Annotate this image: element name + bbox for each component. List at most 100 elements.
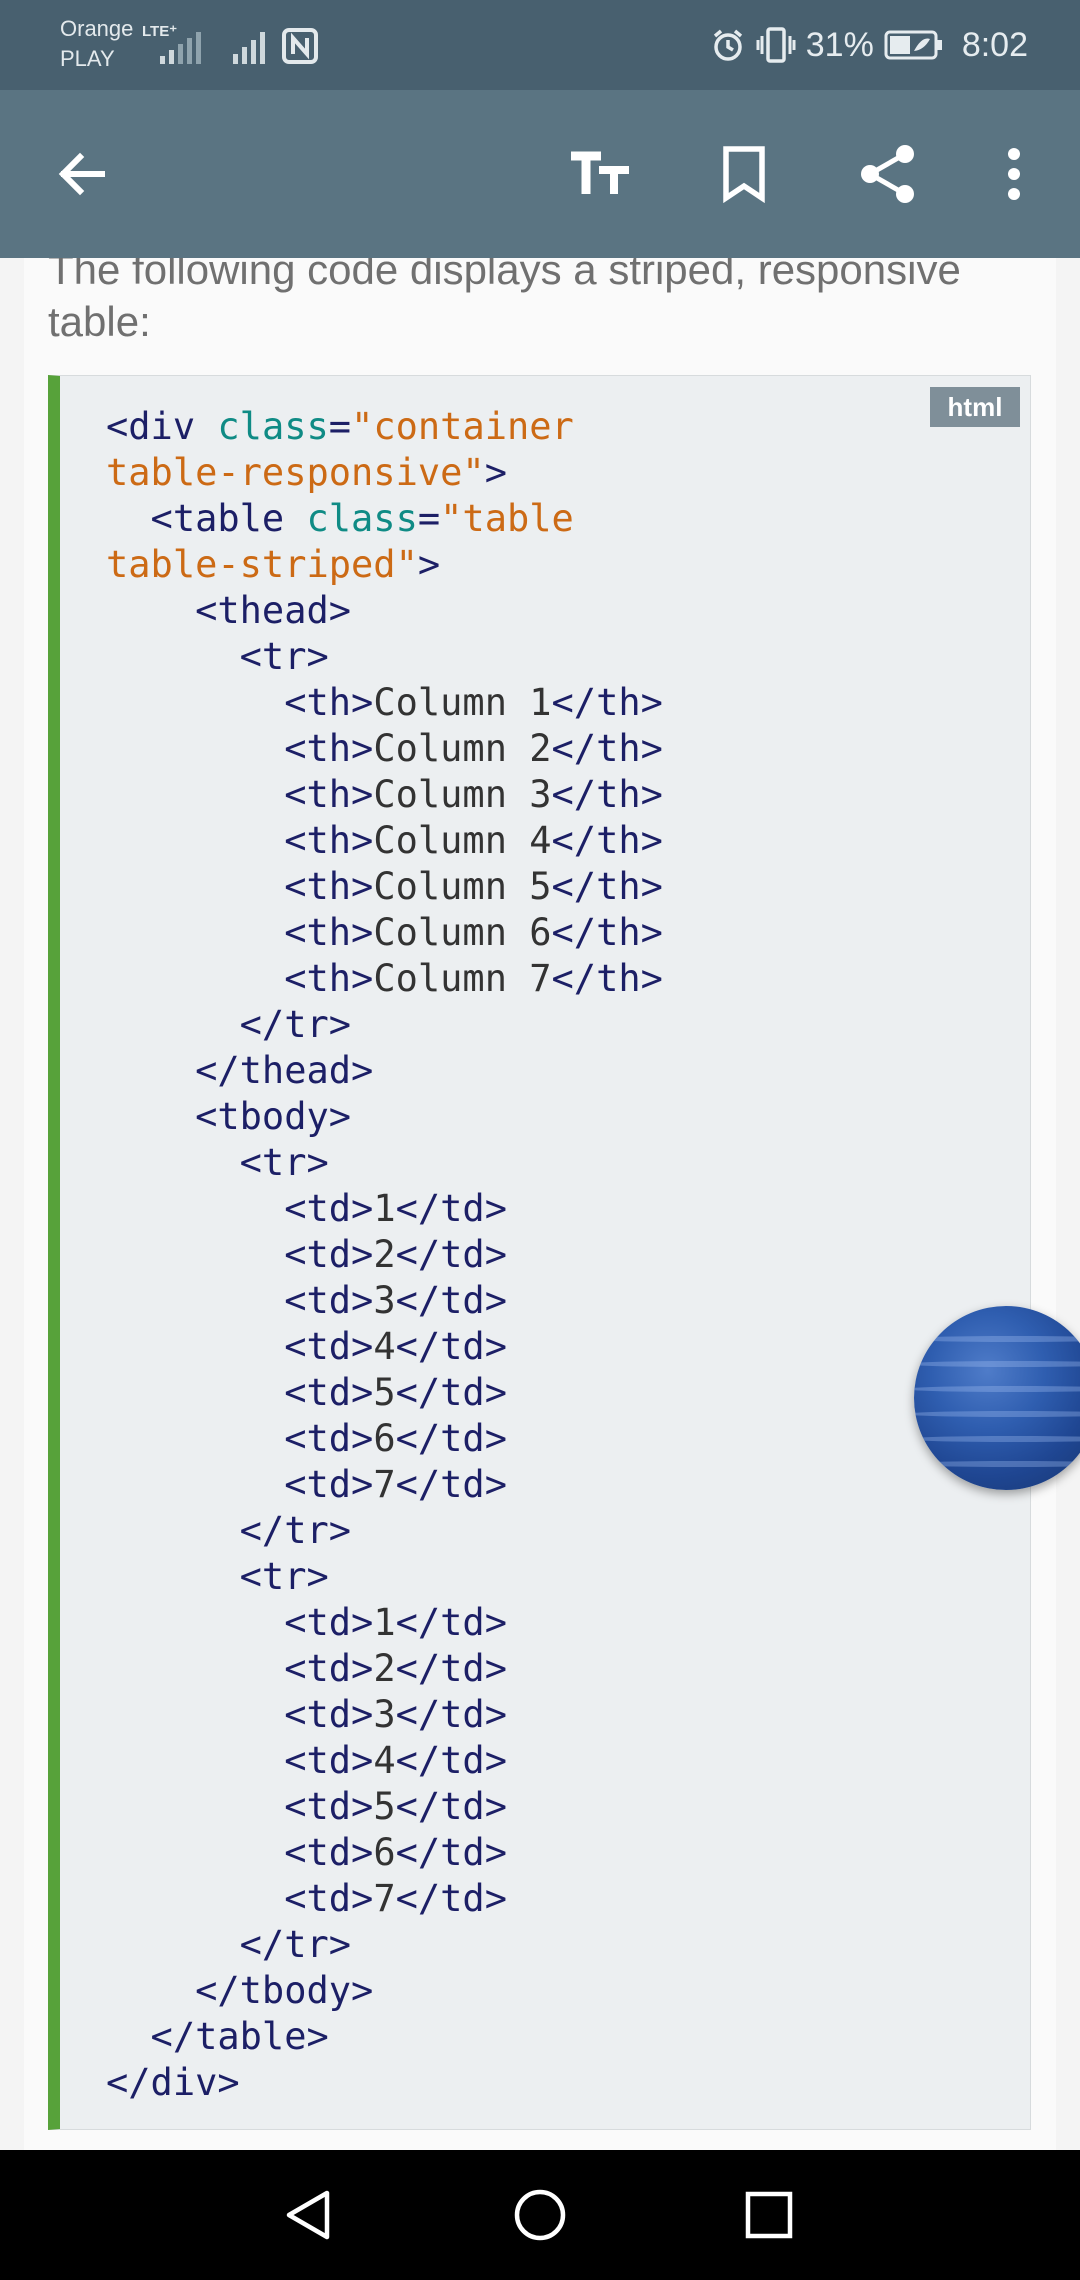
- code-line: </div>: [106, 2060, 663, 2106]
- code-token: </td>: [395, 1785, 507, 1828]
- code-token: Column 6: [373, 911, 552, 954]
- code-line: <th>Column 3</th>: [106, 772, 663, 818]
- code-token: </td>: [395, 1877, 507, 1920]
- code-token: </th>: [551, 681, 663, 724]
- code-line: <td>2</td>: [106, 1232, 663, 1278]
- code-token: </div>: [106, 2061, 240, 2104]
- code-token: =: [328, 405, 352, 448]
- nav-recents-button[interactable]: [724, 2170, 814, 2260]
- code-token: <th>: [106, 957, 374, 1000]
- code-line: <td>4</td>: [106, 1324, 663, 1370]
- code-line: </thead>: [106, 1048, 663, 1094]
- code-line: <tr>: [106, 634, 663, 680]
- code-line: <div class="container: [106, 404, 663, 450]
- code-line: <td>6</td>: [106, 1830, 663, 1876]
- code-token: </td>: [395, 1279, 507, 1322]
- carrier-name: Orange: [60, 16, 134, 41]
- code-token: </th>: [551, 957, 663, 1000]
- article-content[interactable]: The following code displays a striped, r…: [0, 258, 1080, 2150]
- code-token: <tr>: [106, 1141, 329, 1184]
- code-line: </tr>: [106, 1508, 663, 1554]
- code-line: <td>2</td>: [106, 1646, 663, 1692]
- code-token: 2: [373, 1647, 396, 1690]
- code-token: </th>: [551, 727, 663, 770]
- code-line: table-striped">: [106, 542, 663, 588]
- code-token: 6: [373, 1417, 396, 1460]
- code-token: "table: [440, 497, 574, 540]
- code-line: <td>5</td>: [106, 1784, 663, 1830]
- code-token: Column 7: [373, 957, 552, 1000]
- code-token: </td>: [395, 1233, 507, 1276]
- code-token: </tr>: [106, 1923, 352, 1966]
- code-line: </tr>: [106, 1922, 663, 1968]
- code-token: </th>: [551, 865, 663, 908]
- code-token: </td>: [395, 1417, 507, 1460]
- code-token: <th>: [106, 681, 374, 724]
- nav-home-icon: [514, 2189, 566, 2241]
- code-token: <td>: [106, 1831, 374, 1874]
- more-options-button[interactable]: [974, 134, 1054, 214]
- code-line: </table>: [106, 2014, 663, 2060]
- text-size-button[interactable]: [560, 134, 640, 214]
- code-token: </tr>: [106, 1003, 352, 1046]
- code-token: 5: [373, 1785, 396, 1828]
- code-token: </th>: [551, 911, 663, 954]
- code-block[interactable]: html <div class="container table-responsi…: [48, 375, 1031, 2130]
- code-token: =: [417, 497, 441, 540]
- code-token: <td>: [106, 1647, 374, 1690]
- nav-recents-icon: [745, 2191, 793, 2239]
- code-token: </td>: [395, 1647, 507, 1690]
- nav-home-button[interactable]: [495, 2170, 585, 2260]
- status-indicators: 31% 8:02: [710, 22, 1028, 68]
- code-line: <table class="table: [106, 496, 663, 542]
- share-button[interactable]: [848, 134, 928, 214]
- nfc-icon: [282, 28, 318, 64]
- code-token: 2: [373, 1233, 396, 1276]
- code-token: </td>: [395, 1693, 507, 1736]
- code-token: <th>: [106, 773, 374, 816]
- code-token: </thead>: [106, 1049, 374, 1092]
- code-token: <td>: [106, 1693, 374, 1736]
- code-line: <td>3</td>: [106, 1692, 663, 1738]
- signal-strength-icon: [160, 32, 201, 64]
- intro-text: The following code displays a striped, r…: [48, 258, 961, 345]
- battery-charging-icon: [884, 30, 942, 60]
- code-line: <th>Column 1</th>: [106, 680, 663, 726]
- code-token: Column 5: [373, 865, 552, 908]
- navigation-bar: [0, 2150, 1080, 2280]
- alarm-icon: [713, 29, 742, 61]
- code-token: <tbody>: [106, 1095, 352, 1138]
- status-bar: Orange PLAY LTE⁺ 31% 8:02: [0, 0, 1080, 90]
- nav-back-button[interactable]: [264, 2170, 354, 2260]
- code-token: <table: [106, 497, 307, 540]
- code-line: </tbody>: [106, 1968, 663, 2014]
- code-token: 7: [373, 1877, 396, 1920]
- nav-back-icon: [286, 2190, 330, 2240]
- code-token: class: [306, 497, 418, 540]
- chat-head-bubble-icon[interactable]: [914, 1306, 1080, 1490]
- code-token: <td>: [106, 1739, 374, 1782]
- code-token: </tr>: [106, 1509, 352, 1552]
- code-line: <tr>: [106, 1554, 663, 1600]
- code-token: 4: [373, 1739, 396, 1782]
- code-line: <td>7</td>: [106, 1876, 663, 1922]
- battery-percent: 31%: [805, 25, 874, 64]
- code-line: <td>3</td>: [106, 1278, 663, 1324]
- code-token: </td>: [395, 1739, 507, 1782]
- code-line: <td>6</td>: [106, 1416, 663, 1462]
- code-token: <td>: [106, 1233, 374, 1276]
- share-icon: [861, 145, 914, 203]
- code-token: <td>: [106, 1785, 374, 1828]
- bookmark-button[interactable]: [704, 134, 784, 214]
- back-button[interactable]: [42, 134, 122, 214]
- code-line: <td>4</td>: [106, 1738, 663, 1784]
- code-line: <th>Column 7</th>: [106, 956, 663, 1002]
- code-token: 7: [373, 1463, 396, 1506]
- code-token: </td>: [395, 1371, 507, 1414]
- code-token: <tr>: [106, 635, 329, 678]
- code-token: <div: [106, 405, 218, 448]
- code-line: <th>Column 5</th>: [106, 864, 663, 910]
- text-size-icon: [571, 151, 629, 194]
- code-token: <th>: [106, 865, 374, 908]
- code-line: <th>Column 2</th>: [106, 726, 663, 772]
